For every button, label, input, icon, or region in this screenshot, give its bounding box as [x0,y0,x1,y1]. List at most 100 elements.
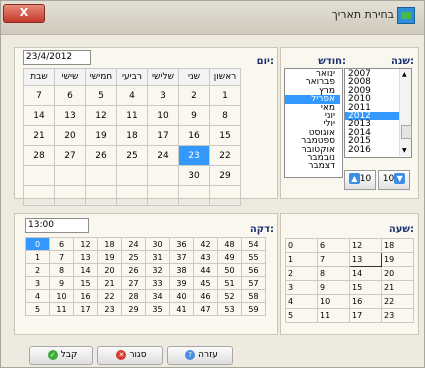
calendar-day[interactable]: 14 [23,105,55,126]
calendar-day[interactable]: 13 [54,105,86,126]
minute-cell[interactable]: 44 [193,263,218,277]
minute-cell[interactable]: 55 [241,250,266,264]
calendar-day[interactable]: 4 [116,85,148,106]
minute-cell[interactable]: 52 [217,289,242,303]
calendar-day[interactable]: 22 [209,145,241,166]
month-list[interactable]: ינואר פברואר מרץ אפריל מאי יוני יולי אוגוסט ספטמ… [284,68,343,178]
minute-cell[interactable]: 48 [217,237,242,251]
hour-cell[interactable]: 15 [349,280,382,295]
minute-cell[interactable]: 14 [73,263,98,277]
minute-cell[interactable]: 24 [121,237,146,251]
year-item[interactable]: 2016 [345,145,399,154]
hour-cell[interactable]: 0 [285,238,318,253]
hour-cell[interactable]: 10 [317,294,350,309]
close-window-button[interactable]: X [3,4,45,23]
minute-cell[interactable]: 12 [73,237,98,251]
hour-cell[interactable]: 22 [381,294,414,309]
minute-cell[interactable]: 49 [217,250,242,264]
calendar-day[interactable]: 3 [147,85,179,106]
ok-button[interactable]: ✓ קבל [29,346,93,365]
minute-cell[interactable]: 7 [49,250,74,264]
minute-cell[interactable]: 59 [241,302,266,316]
calendar-day[interactable]: 9 [178,105,210,126]
hour-cell[interactable]: 19 [381,252,414,267]
minute-cell[interactable]: 41 [169,302,194,316]
hour-cell[interactable]: 18 [381,238,414,253]
minute-cell[interactable]: 11 [49,302,74,316]
hour-cell[interactable]: 2 [285,266,318,281]
minute-cell[interactable]: 16 [73,289,98,303]
hour-cell[interactable]: 6 [317,238,350,253]
minute-cell[interactable]: 33 [145,276,170,290]
minute-cell[interactable]: 23 [97,302,122,316]
calendar-day[interactable]: 16 [178,125,210,146]
hour-cell[interactable]: 11 [317,308,350,323]
minute-cell[interactable]: 9 [49,276,74,290]
minute-cell[interactable]: 40 [169,289,194,303]
minute-cell[interactable]: 21 [97,276,122,290]
minute-cell[interactable]: 34 [145,289,170,303]
minute-cell[interactable]: 46 [193,289,218,303]
minute-cell[interactable]: 32 [145,263,170,277]
minute-cell[interactable]: 8 [49,263,74,277]
minute-cell[interactable]: 25 [121,250,146,264]
hour-cell[interactable]: 14 [349,266,382,281]
minute-cell[interactable]: 56 [241,263,266,277]
scroll-down-icon[interactable]: ▼ [402,147,407,154]
hour-cell[interactable]: 13 [349,252,382,267]
calendar-day[interactable]: 12 [85,105,117,126]
minute-cell[interactable]: 36 [169,237,194,251]
time-field[interactable]: 13:00 [25,218,89,233]
minute-cell[interactable]: 58 [241,289,266,303]
minute-cell[interactable]: 2 [25,263,50,277]
minute-cell[interactable]: 5 [25,302,50,316]
minute-cell[interactable]: 3 [25,276,50,290]
calendar-day[interactable]: 19 [85,125,117,146]
minute-cell[interactable]: 13 [73,250,98,264]
minute-cell[interactable]: 28 [121,289,146,303]
calendar-day[interactable]: 18 [116,125,148,146]
hour-cell[interactable]: 20 [381,266,414,281]
minute-cell[interactable]: 51 [217,276,242,290]
calendar-day[interactable]: 27 [54,145,86,166]
calendar-day[interactable]: 28 [23,145,55,166]
minute-cell[interactable]: 20 [97,263,122,277]
hour-cell[interactable]: 4 [285,294,318,309]
minute-cell[interactable]: 27 [121,276,146,290]
hour-cell[interactable]: 9 [317,280,350,295]
calendar-day[interactable]: 15 [209,125,241,146]
calendar-day[interactable]: 6 [54,85,86,106]
minute-cell[interactable]: 57 [241,276,266,290]
minute-cell[interactable]: 6 [49,237,74,251]
calendar-day[interactable]: 20 [54,125,86,146]
minute-cell[interactable]: 35 [145,302,170,316]
calendar-day[interactable]: 29 [209,165,241,186]
calendar-day[interactable]: 23 [178,145,210,166]
hour-cell[interactable]: 7 [317,252,350,267]
hour-cell[interactable]: 23 [381,308,414,323]
help-button[interactable]: ? עזרה [167,346,233,365]
minute-cell[interactable]: 43 [193,250,218,264]
minute-cell[interactable]: 1 [25,250,50,264]
hour-cell[interactable]: 16 [349,294,382,309]
month-item[interactable]: דצמבר [285,162,340,171]
minute-cell[interactable]: 54 [241,237,266,251]
calendar-day[interactable]: 11 [116,105,148,126]
calendar-day[interactable]: 7 [23,85,55,106]
calendar-day[interactable]: 17 [147,125,179,146]
minute-cell[interactable]: 4 [25,289,50,303]
minute-cell[interactable]: 22 [97,289,122,303]
minute-cell[interactable]: 37 [169,250,194,264]
hour-cell[interactable]: 8 [317,266,350,281]
calendar-day[interactable]: 5 [85,85,117,106]
hour-cell[interactable]: 21 [381,280,414,295]
calendar-day[interactable]: 10 [147,105,179,126]
minute-cell[interactable]: 50 [217,263,242,277]
scroll-up-icon[interactable]: ▲ [402,71,407,78]
calendar-day[interactable]: 24 [147,145,179,166]
minute-cell[interactable]: 30 [145,237,170,251]
minute-cell[interactable]: 38 [169,263,194,277]
minute-cell[interactable]: 42 [193,237,218,251]
year-forward-ten-button[interactable]: 10 ▼ [378,170,410,190]
minute-cell[interactable]: 19 [97,250,122,264]
